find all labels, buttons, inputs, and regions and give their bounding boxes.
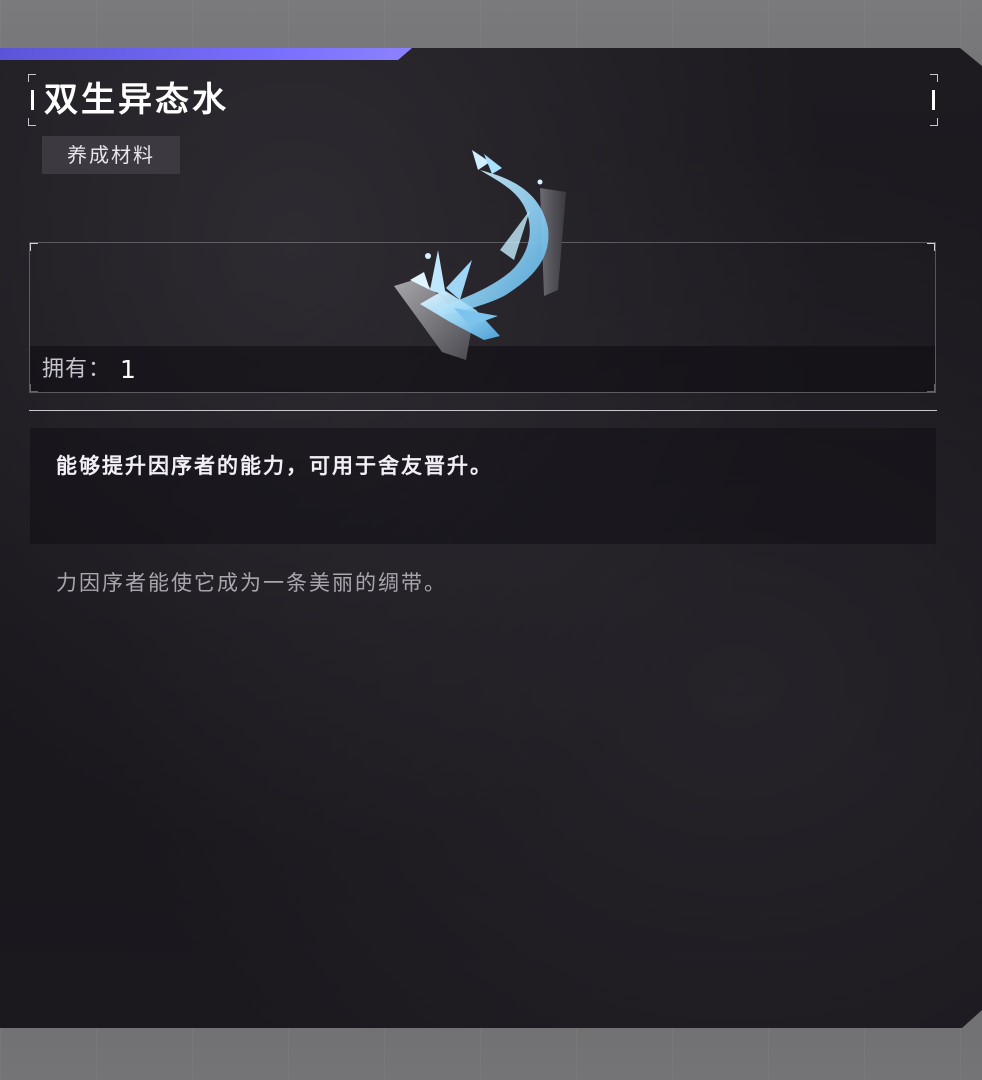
item-description: 能够提升因序者的能力，可用于舍友晋升。 [56,454,493,478]
frame-corner [28,74,36,82]
frame-corner [930,118,938,126]
owned-label: 拥有： [42,357,112,382]
description-box [30,428,936,544]
flavor-text: 力因序者能使它成为一条美丽的绸带。 [56,571,447,595]
category-badge: 养成材料 [42,136,180,174]
water-splash-icon [394,150,566,360]
frame-corner [930,74,938,82]
frame-tick [31,90,34,110]
frame-corner [30,243,38,251]
owned-count: 1 [120,355,136,384]
divider [29,410,937,411]
item-title: 双生异态水 [44,80,229,120]
frame-corner [28,118,36,126]
frame-tick [932,90,935,110]
frame-corner [927,243,935,251]
accent-bar [0,48,412,60]
